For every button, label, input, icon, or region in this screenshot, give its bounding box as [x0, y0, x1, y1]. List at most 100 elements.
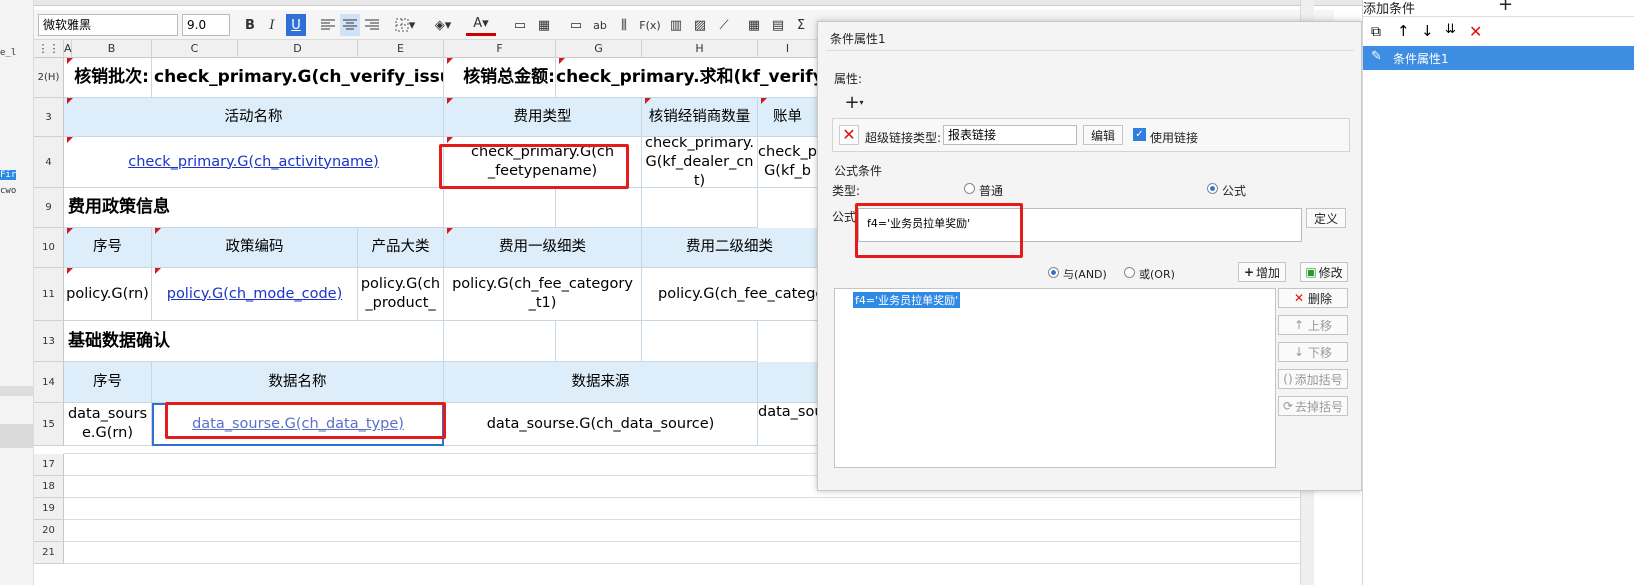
empty-header-cell[interactable]	[758, 362, 818, 403]
verify-batch-label[interactable]: 核销批次:	[64, 58, 152, 98]
grid-icon[interactable]: ▦	[744, 14, 764, 36]
dealer-count-cell[interactable]: check_primary.G(kf_dealer_cnt)	[642, 137, 758, 188]
fill-color-icon[interactable]: ◈▾	[428, 14, 458, 36]
data-source-header[interactable]: 数据来源	[444, 362, 758, 403]
policy-section-title[interactable]: 费用政策信息	[64, 188, 444, 228]
image-icon[interactable]: ▨	[690, 14, 710, 36]
seq-header[interactable]: 序号	[64, 228, 152, 268]
modify-button[interactable]: ▣ 修改	[1300, 262, 1348, 282]
align-right-icon[interactable]	[362, 14, 382, 36]
left-strip-scroll[interactable]	[0, 386, 33, 396]
row-header[interactable]: 19	[34, 498, 64, 520]
insert-icon[interactable]: ▭	[566, 14, 586, 36]
align-center-icon[interactable]	[340, 14, 360, 36]
row-header[interactable]: 10	[34, 228, 64, 268]
chart-icon[interactable]: ▥	[666, 14, 686, 36]
verify-batch-value[interactable]: check_primary.G(ch_verify_issue)	[152, 58, 444, 98]
policy-code-header[interactable]: 政策编码	[152, 228, 358, 268]
bold-button[interactable]: B	[240, 14, 260, 36]
column-header[interactable]: F	[444, 40, 556, 58]
border-icon[interactable]: ▾	[390, 14, 420, 36]
data-rn-cell[interactable]: data_sourse.G(rn)	[64, 403, 152, 446]
edit-button[interactable]: 编辑	[1083, 125, 1123, 145]
empty-cell[interactable]	[556, 321, 642, 362]
empty-cell[interactable]	[444, 321, 556, 362]
row-header[interactable]: 13	[34, 321, 64, 362]
hyperlink-type-field[interactable]: 报表链接	[943, 125, 1077, 145]
data-source-cell[interactable]: data_sourse.G(ch_data_source)	[444, 403, 758, 446]
add-condition-icon[interactable]: +	[1498, 0, 1513, 15]
row-header[interactable]: 18	[34, 476, 64, 498]
copy-icon[interactable]: ⧉	[1371, 24, 1381, 40]
fee-cat1-header[interactable]: 费用一级细类	[444, 228, 642, 268]
data-sou-cell[interactable]: data_sou	[758, 403, 818, 446]
column-header[interactable]: A	[64, 40, 72, 58]
select-all-corner[interactable]: ⋮⋮	[34, 40, 64, 58]
verify-amount-value[interactable]: check_primary.求和(kf_verify_am	[556, 58, 826, 98]
empty-cell[interactable]	[642, 188, 758, 228]
policy-fee-cat2-cell[interactable]: policy.G(ch_fee_catego	[642, 268, 818, 321]
row-header[interactable]: 4	[34, 137, 64, 188]
add-bracket-button[interactable]: () 添加括号	[1278, 369, 1348, 389]
move-bottom-icon[interactable]: ⇊	[1445, 22, 1456, 37]
formula-icon[interactable]: F(x)	[638, 14, 662, 36]
row-header[interactable]: 3	[34, 98, 64, 137]
move-up-button[interactable]: ↑ 上移	[1278, 315, 1348, 335]
seq-header-2[interactable]: 序号	[64, 362, 152, 403]
column-header[interactable]: H	[642, 40, 758, 58]
delete-button[interactable]: ✕ 删除	[1278, 288, 1348, 308]
and-radio[interactable]	[1048, 267, 1059, 278]
font-family-select[interactable]: 微软雅黑	[38, 14, 178, 36]
table-icon[interactable]: ▦	[534, 14, 554, 36]
italic-button[interactable]: I	[262, 14, 282, 36]
align-left-icon[interactable]	[318, 14, 338, 36]
product-header[interactable]: 产品大类	[358, 228, 444, 268]
row-header[interactable]: 2(H)	[34, 58, 64, 98]
data-name-header[interactable]: 数据名称	[152, 362, 444, 403]
row-header[interactable]: 21	[34, 542, 64, 564]
or-radio[interactable]	[1124, 267, 1135, 278]
condition-list[interactable]: f4='业务员拉单奖励'	[834, 288, 1276, 468]
activity-name-header[interactable]: 活动名称	[64, 98, 444, 137]
font-color-icon[interactable]: A▾	[466, 14, 496, 36]
policy-fee-cat1-cell[interactable]: policy.G(ch_fee_category_t1)	[444, 268, 642, 321]
bill-header[interactable]: 账单	[758, 98, 818, 137]
underline-button[interactable]: U	[286, 14, 306, 36]
dealer-count-header[interactable]: 核销经销商数量	[642, 98, 758, 137]
freeze-icon[interactable]: ▤	[768, 14, 788, 36]
empty-cell[interactable]	[642, 321, 758, 362]
use-link-checkbox[interactable]: ✓	[1133, 128, 1146, 141]
slash-icon[interactable]: ⟋	[714, 14, 734, 36]
add-condition-button[interactable]: + 增加	[1238, 262, 1286, 282]
remove-bracket-button[interactable]: ⟳ 去掉括号	[1278, 396, 1348, 416]
row-header[interactable]: 11	[34, 268, 64, 321]
arrow-up-icon[interactable]: ↑	[1397, 22, 1410, 40]
condition-item-selected[interactable]: ✎ 条件属性1	[1363, 46, 1634, 70]
column-header[interactable]: B	[72, 40, 152, 58]
add-attribute-button[interactable]: + ▾	[840, 92, 868, 113]
fee-cat2-header[interactable]: 费用二级细类	[642, 228, 818, 268]
fee-type-header[interactable]: 费用类型	[444, 98, 642, 137]
policy-mode-code-cell[interactable]: policy.G(ch_mode_code)	[152, 268, 358, 321]
normal-radio[interactable]	[964, 183, 975, 194]
bill-cell[interactable]: check_p G(kf_b	[758, 137, 818, 188]
column-header[interactable]: E	[358, 40, 444, 58]
define-button[interactable]: 定义	[1306, 208, 1346, 228]
formula-radio[interactable]	[1207, 183, 1218, 194]
delete-attr-icon[interactable]: ✕	[839, 125, 859, 145]
condition-list-item[interactable]: f4='业务员拉单奖励'	[853, 292, 961, 308]
activity-name-cell[interactable]: check_primary.G(ch_activityname)	[64, 137, 444, 188]
row-header[interactable]: 17	[34, 454, 64, 476]
column-header[interactable]: I	[758, 40, 818, 58]
move-down-button[interactable]: ↓ 下移	[1278, 342, 1348, 362]
empty-cell[interactable]	[444, 188, 556, 228]
arrow-down-icon[interactable]: ↓	[1421, 22, 1434, 40]
row-header[interactable]: 9	[34, 188, 64, 228]
column-header[interactable]: C	[152, 40, 238, 58]
delete-icon[interactable]: ✕	[1469, 22, 1482, 41]
verify-amount-label[interactable]: 核销总金额:	[444, 58, 556, 98]
policy-product-cell[interactable]: policy.G(ch_product_	[358, 268, 444, 321]
row-header[interactable]: 15	[34, 403, 64, 446]
barcode-icon[interactable]: ⫼	[614, 14, 634, 36]
cell-icon[interactable]: ▭	[510, 14, 530, 36]
